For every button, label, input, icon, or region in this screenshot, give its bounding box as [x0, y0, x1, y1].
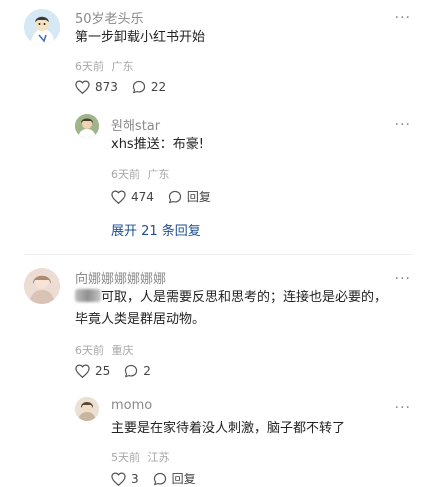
location: 广东: [111, 60, 134, 73]
reply-username[interactable]: 원해star: [111, 115, 160, 134]
comment-actions: 25 2: [75, 364, 165, 378]
reply-avatar[interactable]: [75, 397, 99, 421]
username[interactable]: 向娜娜娜娜娜娜: [75, 268, 166, 287]
timestamp: 6天前: [111, 168, 140, 181]
like-button[interactable]: 3: [111, 472, 139, 486]
divider: [24, 254, 413, 255]
comment-meta: 6天前 广东: [75, 58, 134, 74]
reply-meta: 6天前 广东: [111, 166, 170, 182]
comment-actions: 873 22: [75, 80, 180, 94]
username[interactable]: 50岁老头乐: [75, 8, 144, 27]
heart-icon: [111, 471, 126, 486]
location: 重庆: [111, 344, 134, 357]
more-icon[interactable]: ···: [395, 118, 411, 132]
heart-icon: [75, 364, 90, 378]
timestamp: 6天前: [75, 60, 104, 73]
heart-icon: [111, 189, 126, 204]
reply-button[interactable]: 回复: [168, 188, 211, 205]
reply-label: 回复: [171, 472, 196, 486]
like-count: 3: [131, 471, 139, 486]
avatar-photo-icon: [75, 114, 99, 138]
reply-label: 回复: [186, 190, 211, 204]
comment-icon: [153, 472, 166, 485]
comment-text: 第一步卸载小红书开始: [75, 30, 206, 45]
reply-text: xhs推送：布豪!: [111, 137, 204, 152]
reply-count: 2: [143, 364, 151, 378]
timestamp: 6天前: [75, 344, 104, 357]
comment-meta: 6天前 重庆: [75, 342, 134, 358]
reply-username[interactable]: momo: [111, 398, 152, 413]
avatar[interactable]: [24, 268, 60, 304]
avatar-illustration-icon: [24, 9, 60, 45]
reply-actions: 3 回复: [111, 470, 210, 487]
reply-text: 主要是在家待着没人刺激，脑子都不转了: [111, 421, 346, 436]
heart-icon: [75, 80, 90, 94]
expand-replies-link[interactable]: 展开 21 条回复: [111, 220, 201, 239]
comment-text-line2: 毕竟人类是群居动物。: [75, 312, 206, 327]
avatar-photo-icon: [75, 397, 99, 421]
more-icon[interactable]: ···: [395, 272, 411, 286]
avatar-photo-icon: [24, 268, 60, 304]
comment-icon: [125, 364, 138, 378]
reply-button[interactable]: 2: [124, 364, 151, 378]
reply-count: 22: [150, 80, 167, 94]
more-icon[interactable]: ···: [395, 401, 411, 415]
comment-icon: [168, 190, 182, 203]
location: 江苏: [147, 451, 170, 464]
reply-meta: 5天前 江苏: [111, 449, 170, 465]
like-button[interactable]: 25: [75, 364, 110, 378]
reply-avatar[interactable]: [75, 114, 99, 138]
comment-text: 可取，人是需要反思和思考的；连接也是必要的， 毕竟人类是群居动物。: [75, 287, 415, 331]
blurred-word: [75, 289, 101, 302]
like-count: 873: [95, 80, 118, 94]
location: 广东: [147, 168, 170, 181]
timestamp: 5天前: [111, 451, 140, 464]
comment-icon: [132, 80, 146, 94]
like-count: 25: [95, 364, 111, 378]
more-icon[interactable]: ···: [395, 11, 411, 25]
reply-button[interactable]: 22: [132, 80, 166, 94]
reply-button[interactable]: 回复: [153, 470, 196, 487]
like-button[interactable]: 474: [111, 190, 154, 204]
like-button[interactable]: 873: [75, 80, 118, 94]
reply-actions: 474 回复: [111, 188, 225, 205]
like-count: 474: [131, 189, 154, 204]
avatar[interactable]: [24, 9, 60, 45]
comment-text-line1: 可取，人是需要反思和思考的；连接也是必要的，: [101, 290, 388, 305]
